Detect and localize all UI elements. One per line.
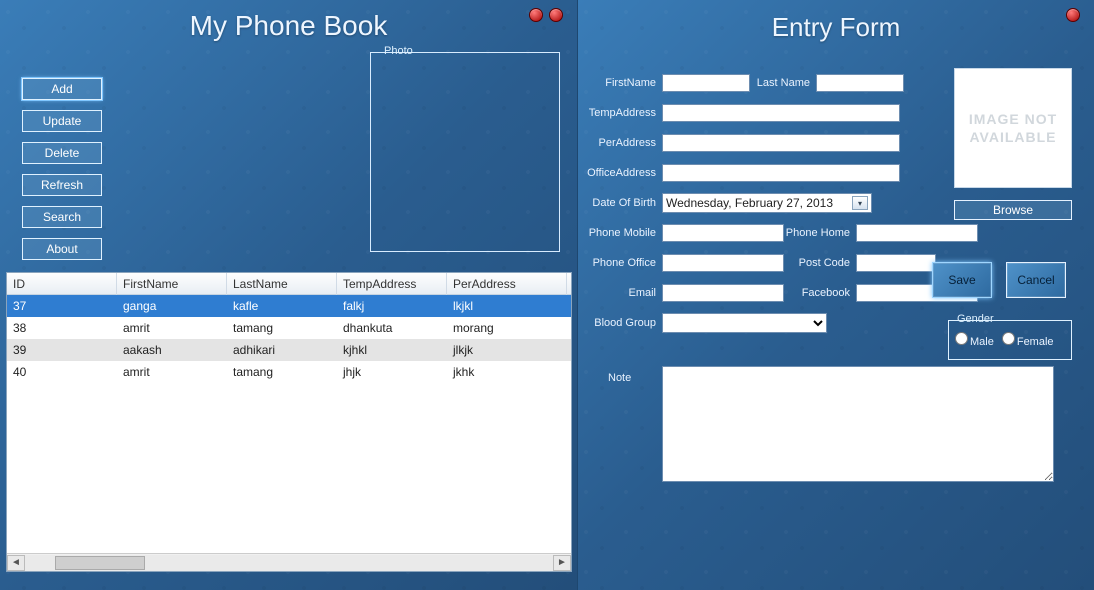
cell-last: adhikari [227,339,337,361]
email-field[interactable] [662,284,784,302]
cell-first: ganga [117,295,227,317]
add-button[interactable]: Add [22,78,102,100]
scroll-right-button[interactable]: ► [553,555,571,571]
label-mobile: Phone Mobile [584,227,662,239]
scroll-thumb[interactable] [55,556,145,570]
label-email: Email [584,287,662,299]
postcode-field[interactable] [856,254,936,272]
about-button[interactable]: About [22,238,102,260]
cell-id: 38 [7,317,117,339]
cell-per: jkhk [447,361,567,383]
bloodgroup-select[interactable] [662,313,827,333]
photo-frame: Photo [370,52,560,252]
col-id[interactable]: ID [7,273,117,295]
cell-last: tamang [227,317,337,339]
photo-placeholder: IMAGE NOT AVAILABLE [954,68,1072,188]
note-field[interactable] [662,366,1054,482]
scroll-track[interactable] [25,555,553,571]
label-note: Note [608,372,631,384]
browse-button[interactable]: Browse [954,200,1072,220]
horizontal-scrollbar[interactable]: ◄ ► [7,553,571,571]
officeaddress-field[interactable] [662,164,900,182]
cell-id: 40 [7,361,117,383]
side-button-group: Add Update Delete Refresh Search About [22,78,102,260]
form-area: IMAGE NOT AVAILABLE Browse FirstName Las… [578,60,1094,338]
window-control-dot[interactable] [549,8,563,22]
label-lastname: Last Name [750,77,816,89]
cell-first: aakash [117,339,227,361]
label-tempaddress: TempAddress [584,107,662,119]
col-tempaddress[interactable]: TempAddress [337,273,447,295]
grid-body: 37gangakaflefalkjlkjkl38amrittamangdhank… [7,295,571,551]
table-row[interactable]: 40amrittamangjhjkjkhk [7,361,571,383]
cancel-button[interactable]: Cancel [1006,262,1066,298]
cell-per: morang [447,317,567,339]
contacts-grid[interactable]: ID FirstName LastName TempAddress PerAdd… [6,272,572,572]
cell-temp: dhankuta [337,317,447,339]
dob-value: Wednesday, February 27, 2013 [666,196,833,210]
label-postcode: Post Code [784,257,856,269]
calendar-dropdown-icon[interactable]: ▾ [852,196,868,210]
label-firstname: FirstName [584,77,662,89]
app-title: My Phone Book [0,0,577,42]
cell-id: 39 [7,339,117,361]
label-officeaddress: OfficeAddress [584,167,662,179]
cell-temp: kjhkl [337,339,447,361]
label-dob: Date Of Birth [584,197,662,209]
entry-form-panel: Entry Form IMAGE NOT AVAILABLE Browse Fi… [577,0,1094,590]
female-radio[interactable] [1002,332,1015,345]
update-button[interactable]: Update [22,110,102,132]
gender-group: Gender Male Female [948,320,1072,360]
col-peraddress[interactable]: PerAddress [447,273,567,295]
label-officephone: Phone Office [584,257,662,269]
form-actions: Save Cancel [932,262,1066,298]
label-facebook: Facebook [784,287,856,299]
window-control-dot[interactable] [529,8,543,22]
cell-temp: falkj [337,295,447,317]
cell-last: kafle [227,295,337,317]
cell-last: tamang [227,361,337,383]
phonebook-panel: My Phone Book Add Update Delete Refresh … [0,0,577,590]
label-bloodgroup: Blood Group [584,317,662,329]
lastname-field[interactable] [816,74,904,92]
refresh-button[interactable]: Refresh [22,174,102,196]
delete-button[interactable]: Delete [22,142,102,164]
firstname-field[interactable] [662,74,750,92]
save-button[interactable]: Save [932,262,992,298]
cell-first: amrit [117,361,227,383]
cell-per: lkjkl [447,295,567,317]
col-firstname[interactable]: FirstName [117,273,227,295]
cell-temp: jhjk [337,361,447,383]
cell-id: 37 [7,295,117,317]
photo-placeholder-text: IMAGE NOT AVAILABLE [955,110,1071,146]
tempaddress-field[interactable] [662,104,900,122]
officephone-field[interactable] [662,254,784,272]
label-home: Phone Home [784,227,856,239]
label-gender: Gender [955,313,996,325]
scroll-left-button[interactable]: ◄ [7,555,25,571]
col-lastname[interactable]: LastName [227,273,337,295]
label-peraddress: PerAddress [584,137,662,149]
table-row[interactable]: 37gangakaflefalkjlkjkl [7,295,571,317]
peraddress-field[interactable] [662,134,900,152]
male-option[interactable]: Male [955,332,994,348]
table-row[interactable]: 39aakashadhikarikjhkljlkjk [7,339,571,361]
mobile-field[interactable] [662,224,784,242]
window-control-dot[interactable] [1066,8,1080,22]
table-row[interactable]: 38amrittamangdhankutamorang [7,317,571,339]
grid-header-row: ID FirstName LastName TempAddress PerAdd… [7,273,571,295]
photo-legend: Photo [381,45,416,57]
female-option[interactable]: Female [1002,332,1054,348]
form-title: Entry Form [578,0,1094,43]
cell-per: jlkjk [447,339,567,361]
male-radio[interactable] [955,332,968,345]
search-button[interactable]: Search [22,206,102,228]
homephone-field[interactable] [856,224,978,242]
cell-first: amrit [117,317,227,339]
dob-picker[interactable]: Wednesday, February 27, 2013 ▾ [662,193,872,213]
